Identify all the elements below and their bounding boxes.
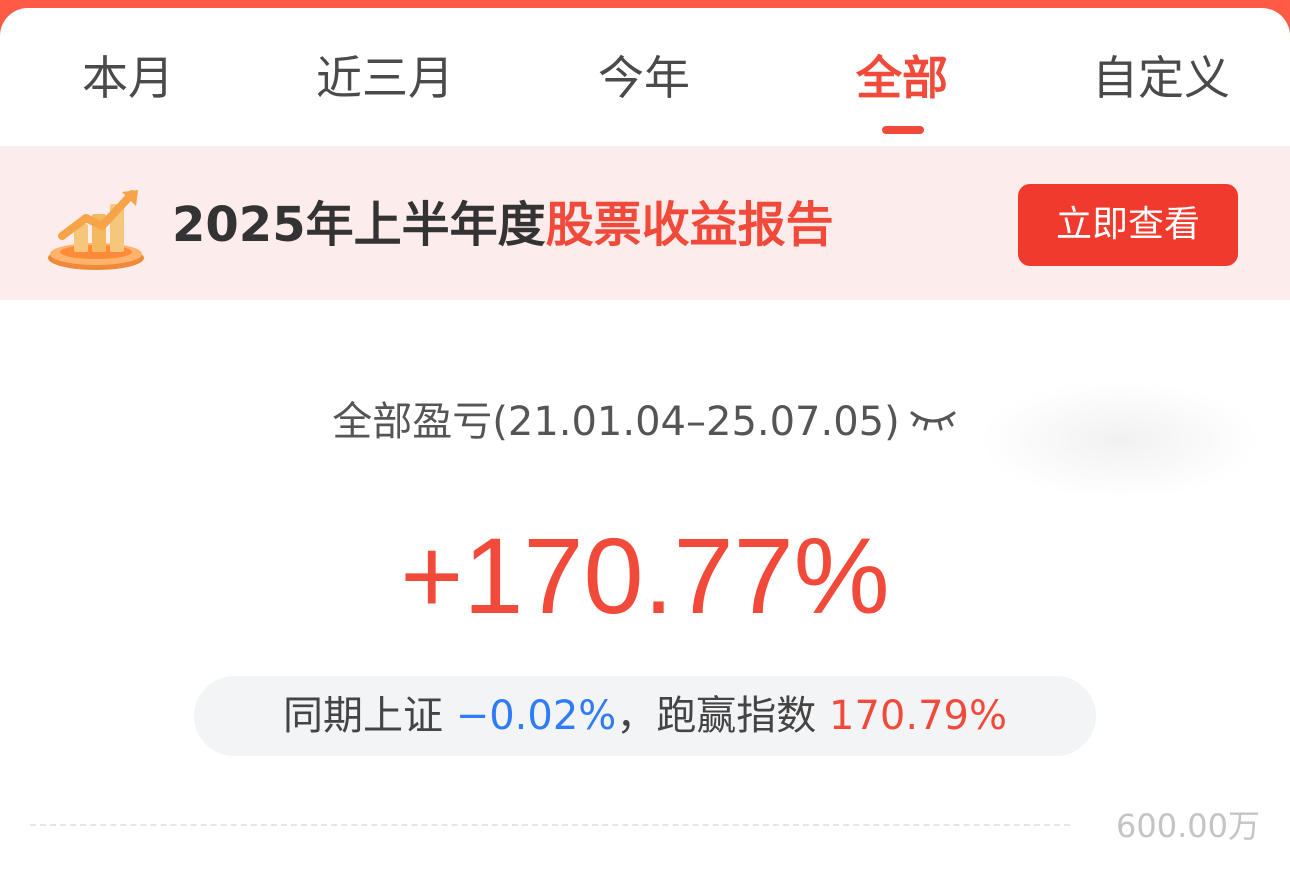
total-profit-period: 全部盈亏(21.01.04–25.07.05) xyxy=(332,399,900,445)
tab-custom[interactable]: 自定义 xyxy=(1092,48,1230,108)
tab-last-three-months[interactable]: 近三月 xyxy=(316,48,454,108)
banner-title-plain: 2025年上半年度 xyxy=(172,197,546,253)
period-tabs: 本月 近三月 今年 全部 自定义 xyxy=(0,8,1290,148)
beat-index-label: 跑赢指数 xyxy=(656,693,817,739)
report-trophy-icon xyxy=(48,190,144,270)
eye-closed-icon[interactable] xyxy=(908,405,958,435)
view-now-button[interactable]: 立即查看 xyxy=(1018,184,1238,266)
tab-this-month[interactable]: 本月 xyxy=(82,48,174,108)
index-comparison: 同期上证 −0.02%，跑赢指数 170.79% xyxy=(194,676,1096,756)
chart-gridline xyxy=(30,824,1070,826)
report-banner[interactable]: 2025年上半年度股票收益报告 立即查看 xyxy=(0,148,1290,300)
comparison-separator: ， xyxy=(616,693,657,739)
active-tab-indicator xyxy=(882,126,924,134)
tab-all[interactable]: 全部 xyxy=(856,48,948,108)
index-change-value: −0.02% xyxy=(455,693,617,739)
beat-index-value: 170.79% xyxy=(829,693,1007,739)
tab-this-year[interactable]: 今年 xyxy=(598,48,690,108)
total-profit-label: 全部盈亏(21.01.04–25.07.05) xyxy=(0,396,1290,448)
profit-card: 本月 近三月 今年 全部 自定义 2025年上半年度股票收益报告 立即查看 全部… xyxy=(0,8,1290,870)
index-prefix: 同期上证 xyxy=(283,693,443,739)
total-profit-value: +170.77% xyxy=(400,515,890,636)
banner-title: 2025年上半年度股票收益报告 xyxy=(172,194,834,256)
chart-axis-top-label: 600.00万 xyxy=(1116,807,1260,845)
banner-title-highlight: 股票收益报告 xyxy=(545,197,834,253)
